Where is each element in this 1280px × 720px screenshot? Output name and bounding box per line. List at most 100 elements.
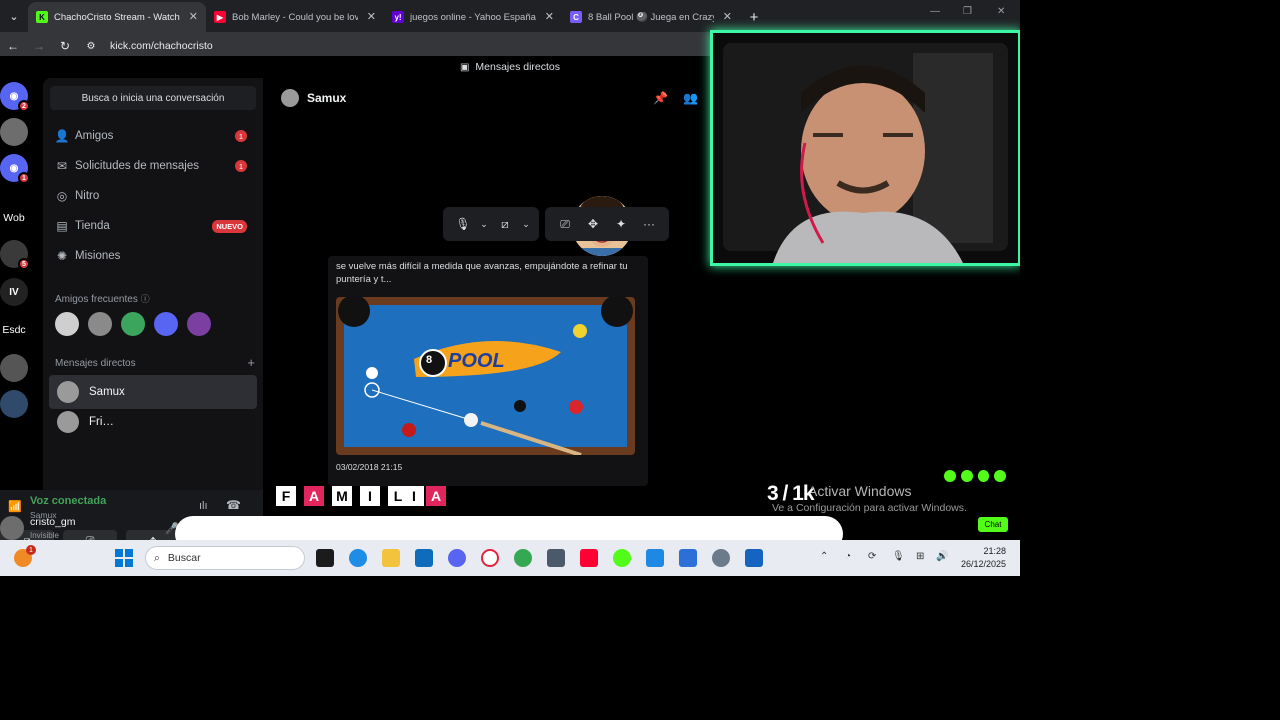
server-icon[interactable]: 5: [0, 240, 30, 270]
embed-description: se vuelve más difícil a medida que avanz…: [336, 261, 628, 285]
viewer-counter: 3 / 1k: [767, 482, 815, 505]
chevron-down-icon[interactable]: ⌄: [477, 210, 491, 238]
close-window-icon[interactable]: ✕: [997, 6, 1005, 17]
user-status: Invisible: [30, 531, 59, 540]
search-conversation-button[interactable]: Busca o inicia una conversación: [50, 86, 256, 110]
tray-icon[interactable]: ◔: [845, 551, 851, 562]
friend-avatar[interactable]: [121, 312, 145, 336]
network-icon[interactable]: ⊞: [916, 551, 924, 562]
screen: ⌄ K ChachoCristo Stream - Watch L ✕ ▶ Bo…: [0, 0, 1020, 576]
friend-avatar[interactable]: [187, 312, 211, 336]
taskbar: 1 ⌕ Buscar ⌃ ◔ ⟳ 🎙 ⊞ 🔊 21:28 26/12/2025: [0, 540, 1020, 576]
chat-button[interactable]: Chat: [978, 517, 1008, 532]
server-icon[interactable]: ◉ 1: [0, 154, 30, 184]
kick-favicon-icon: K: [36, 11, 48, 23]
close-tab-icon[interactable]: ✕: [545, 10, 554, 23]
clock[interactable]: 21:28 26/12/2025: [961, 545, 1006, 571]
friend-avatar[interactable]: [154, 312, 178, 336]
create-dm-button[interactable]: +: [247, 355, 255, 370]
count-badge: 1: [235, 130, 247, 142]
dm-name: Fri…: [89, 416, 114, 428]
avatar: [281, 89, 299, 107]
dm-item-samux[interactable]: Samux: [49, 375, 257, 409]
microphone-icon[interactable]: 🎙: [892, 551, 905, 562]
pin-icon[interactable]: 📌: [653, 91, 668, 105]
app-icon[interactable]: [547, 549, 565, 567]
app-icon[interactable]: [679, 549, 697, 567]
file-explorer-icon[interactable]: [382, 549, 400, 567]
shop-icon: ▤: [56, 219, 68, 233]
settings-icon[interactable]: [712, 549, 730, 567]
server-icon[interactable]: [0, 390, 28, 418]
close-tab-icon[interactable]: ✕: [189, 10, 198, 23]
minimize-icon[interactable]: —: [930, 6, 940, 17]
chat-header: Samux 📌 👥: [263, 78, 713, 118]
outlook-icon[interactable]: [415, 549, 433, 567]
nav-shop[interactable]: ▤ Tienda NUEVO: [49, 212, 257, 240]
tab-kick[interactable]: K ChachoCristo Stream - Watch L ✕: [28, 2, 206, 32]
tab-yahoo[interactable]: y! juegos online - Yahoo España R ✕: [384, 2, 562, 32]
edge-icon[interactable]: [349, 549, 367, 567]
new-tab-button[interactable]: +: [740, 2, 768, 32]
start-icon[interactable]: [115, 549, 133, 567]
server-icon[interactable]: [0, 118, 28, 146]
task-view-icon[interactable]: [316, 549, 334, 567]
unread-badge: 2: [18, 100, 30, 112]
nitro-icon: ◎: [56, 189, 68, 203]
share-screen-icon[interactable]: ⎚: [551, 210, 579, 238]
nav-friends[interactable]: 👤 Amigos 1: [49, 122, 257, 150]
emote-icon[interactable]: [977, 470, 990, 482]
activities-icon[interactable]: ✥: [579, 210, 607, 238]
friends-icon: 👤: [54, 129, 70, 143]
user-avatar[interactable]: [0, 516, 24, 540]
friend-avatar[interactable]: [55, 312, 79, 336]
widgets-icon[interactable]: 1: [14, 545, 36, 567]
emote-icon[interactable]: [944, 470, 956, 482]
taskbar-search[interactable]: ⌕ Buscar: [145, 546, 305, 570]
soundboard-icon[interactable]: ✦: [607, 210, 635, 238]
banner-letter: I: [404, 486, 424, 506]
count-badge: 1: [235, 160, 247, 172]
tab-youtube[interactable]: ▶ Bob Marley - Could you be love ✕: [206, 2, 384, 32]
add-friend-icon[interactable]: 👥: [683, 91, 698, 105]
more-icon[interactable]: ···: [635, 210, 663, 238]
friend-avatar[interactable]: [88, 312, 112, 336]
youtube-icon[interactable]: [580, 549, 598, 567]
app-icon[interactable]: [646, 549, 664, 567]
app-icon[interactable]: [745, 549, 763, 567]
server-icon[interactable]: Esdc: [0, 316, 28, 344]
chevron-up-icon[interactable]: ⌃: [820, 551, 828, 562]
camera-off-icon[interactable]: ⧄: [491, 210, 519, 238]
server-icon[interactable]: Wob: [0, 204, 28, 232]
maximize-icon[interactable]: ❐: [963, 6, 972, 17]
opera-icon[interactable]: [481, 549, 499, 567]
banner-letter: M: [332, 486, 352, 506]
tab-crazygames[interactable]: C 8 Ball Pool 🎱 Juega en CrazyG ✕: [562, 2, 740, 32]
dm-item[interactable]: Fri…: [49, 411, 257, 433]
kick-icon[interactable]: [613, 549, 631, 567]
close-tab-icon[interactable]: ✕: [723, 10, 732, 23]
tab-search-button[interactable]: ⌄: [0, 0, 28, 32]
tray-icon[interactable]: ⟳: [868, 551, 876, 562]
nav-nitro[interactable]: ◎ Nitro: [49, 182, 257, 210]
close-tab-icon[interactable]: ✕: [367, 10, 376, 23]
microphone-icon[interactable]: 🎙: [449, 210, 477, 238]
nav-message-requests[interactable]: ✉ Solicitudes de mensajes 1: [49, 152, 257, 180]
nav-quests[interactable]: ✺ Misiones: [49, 242, 257, 270]
emote-icon[interactable]: [960, 470, 973, 482]
server-icon[interactable]: IV: [0, 278, 28, 306]
server-icon[interactable]: [0, 354, 28, 382]
nav-label: Nitro: [75, 190, 100, 202]
url-field[interactable]: kick.com/chachocristo: [110, 40, 213, 52]
crazygames-favicon-icon: C: [570, 11, 582, 23]
discord-taskbar-icon[interactable]: [448, 549, 466, 567]
emote-icon[interactable]: [994, 470, 1006, 482]
tab-title: 8 Ball Pool 🎱 Juega en CrazyG: [588, 11, 714, 23]
chrome-icon[interactable]: [514, 549, 532, 567]
embed-image[interactable]: 8 POOL: [336, 297, 635, 455]
nav-label: Misiones: [75, 250, 121, 262]
unread-badge: 5: [18, 258, 30, 270]
volume-icon[interactable]: 🔊: [936, 551, 948, 562]
discord-home-icon[interactable]: ◉ 2: [0, 82, 30, 112]
chevron-down-icon[interactable]: ⌄: [519, 210, 533, 238]
